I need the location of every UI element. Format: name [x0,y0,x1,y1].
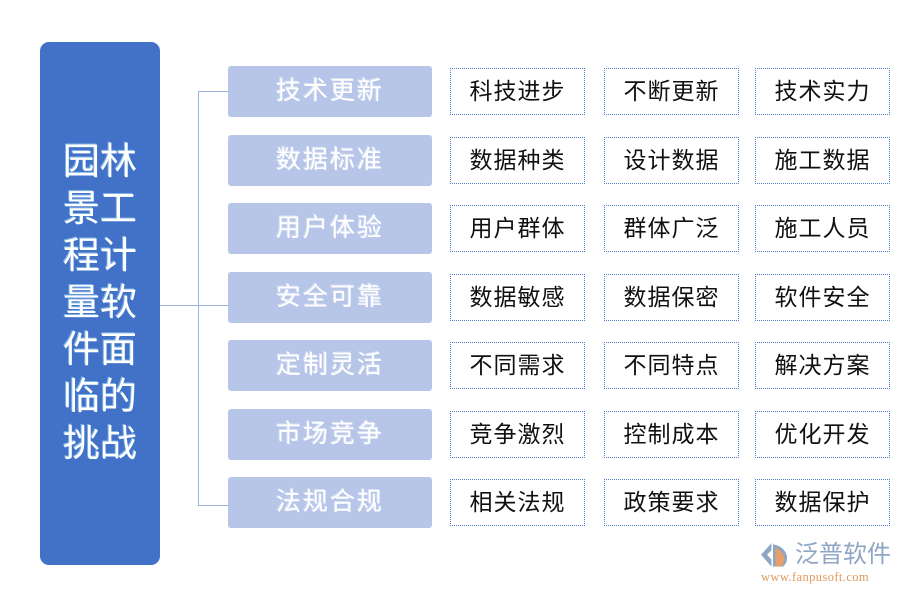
category-node-label: 法规合规 [275,489,384,516]
leaf-node[interactable]: 解决方案 [755,342,890,389]
leaf-node[interactable]: 不同需求 [450,342,585,389]
leaf-node[interactable]: 不断更新 [604,68,739,115]
leaf-node[interactable]: 相关法规 [450,479,585,526]
leaf-node[interactable]: 优化开发 [755,410,890,458]
category-node-label: 定制灵活 [275,352,384,379]
leaf-node-label: 群体广泛 [623,216,720,241]
leaf-node-label: 科技进步 [469,79,566,104]
category-node[interactable]: 市场竞争 [228,408,432,460]
leaf-node-label: 施工数据 [774,147,871,173]
leaf-node[interactable]: 设计数据 [604,136,739,184]
leaf-node-label: 设计数据 [623,147,720,173]
leaf-node[interactable]: 施工人员 [755,205,890,252]
category-node[interactable]: 定制灵活 [228,340,432,391]
category-node-label: 市场竞争 [275,420,384,448]
leaf-node-label: 不同需求 [469,353,566,378]
logo-mark-icon [761,543,787,567]
leaf-node-label: 施工人员 [774,216,871,241]
leaf-node-label: 控制成本 [623,421,720,447]
leaf-node[interactable]: 政策要求 [604,479,739,526]
connector-vertical [198,91,199,505]
leaf-node-label: 技术实力 [774,79,871,104]
leaf-node-label: 解决方案 [774,353,871,378]
logo-url: www.fanpusoft.com [761,570,870,584]
leaf-node[interactable]: 施工数据 [755,136,890,184]
logo-name: 泛普软件 [795,542,891,568]
leaf-node-label: 不断更新 [623,79,720,104]
leaf-node[interactable]: 控制成本 [604,410,739,458]
leaf-node-label: 数据保护 [774,490,871,515]
leaf-node-label: 优化开发 [774,421,871,447]
root-title-label: 园林景工程计量软件面临的挑战 [63,142,137,465]
category-node[interactable]: 法规合规 [228,477,432,528]
leaf-node-label: 数据保密 [623,284,720,310]
mindmap-diagram: 园林景工程计量软件面临的挑战 泛普软件 www.fanpusoft.com 技术… [0,0,900,600]
category-node[interactable]: 数据标准 [228,134,432,186]
fanpusoft-logo: 泛普软件 www.fanpusoft.com [758,541,894,584]
leaf-node-label: 不同特点 [623,353,720,378]
leaf-node-label: 用户群体 [469,216,566,241]
leaf-node-label: 竞争激烈 [469,421,566,447]
leaf-node-label: 软件安全 [774,284,871,310]
leaf-node[interactable]: 不同特点 [604,342,739,389]
leaf-node-label: 数据种类 [469,147,566,173]
leaf-node-label: 数据敏感 [469,284,566,310]
leaf-node[interactable]: 用户群体 [450,205,585,252]
leaf-node[interactable]: 群体广泛 [604,205,739,252]
category-node-label: 技术更新 [275,78,384,105]
category-node[interactable]: 用户体验 [228,203,432,254]
leaf-node[interactable]: 技术实力 [755,68,890,115]
leaf-node[interactable]: 软件安全 [755,273,890,321]
connector-trunk [160,305,229,306]
leaf-node[interactable]: 数据保密 [604,273,739,321]
leaf-node[interactable]: 科技进步 [450,68,585,115]
category-node-label: 安全可靠 [275,283,384,311]
leaf-node-label: 相关法规 [469,490,566,515]
category-node[interactable]: 安全可靠 [228,271,432,323]
category-node-label: 数据标准 [275,146,384,174]
category-node[interactable]: 技术更新 [228,66,432,117]
connector-branch-bottom [198,505,229,506]
connector-branch-top [198,91,229,92]
leaf-node-label: 政策要求 [623,490,720,515]
leaf-node[interactable]: 数据种类 [450,136,585,184]
category-node-label: 用户体验 [275,215,384,242]
leaf-node[interactable]: 数据敏感 [450,273,585,321]
leaf-node[interactable]: 数据保护 [755,479,890,526]
root-title-box: 园林景工程计量软件面临的挑战 [40,42,160,565]
leaf-node[interactable]: 竞争激烈 [450,410,585,458]
